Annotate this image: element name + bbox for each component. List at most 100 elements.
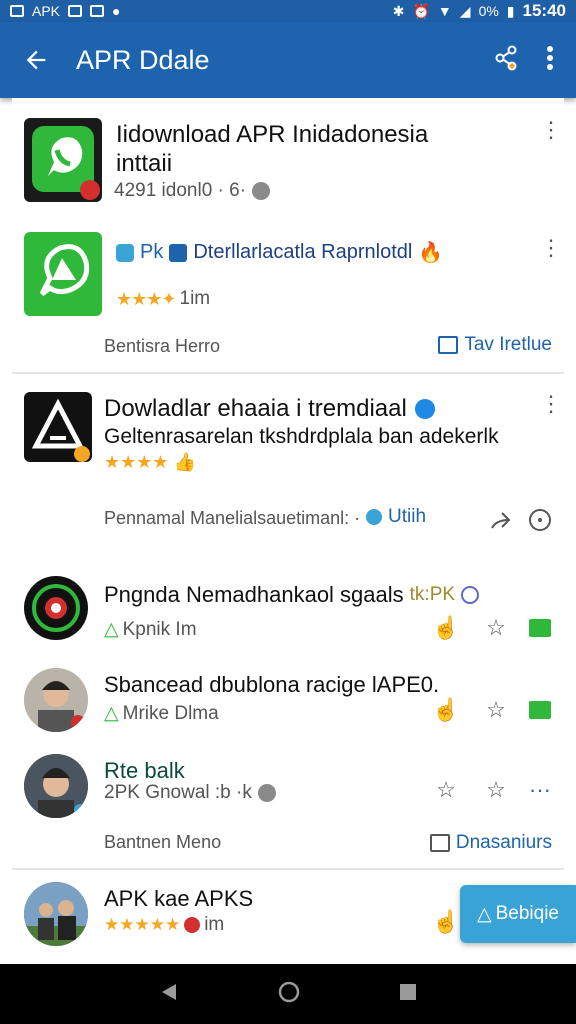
app-title[interactable]: Iidownload APR Inidadonesia inttaii — [116, 120, 516, 178]
list-item-sub: △ Mrike Dlma — [104, 702, 219, 725]
like-button[interactable]: ☝ — [432, 908, 460, 936]
list-item-title: Rte balk — [104, 758, 185, 783]
open-icon — [429, 834, 450, 852]
whatsapp-app-icon — [24, 118, 102, 202]
system-nav-bar — [0, 964, 576, 1024]
list-item[interactable]: Rte balk 2PK Gnowal :b ·k ☆ ☆ ··· — [12, 752, 564, 832]
app-card[interactable]: Dowladlar ehaaia i tremdiaal Geltenrasar… — [12, 374, 564, 554]
info-button[interactable] — [526, 506, 554, 534]
card-footer-link[interactable]: Utiih — [366, 506, 426, 528]
app-title[interactable]: Dowladlar ehaaia i tremdiaal — [104, 394, 435, 423]
list-item[interactable]: Sbancead dbublona racige lAPE0. △ Mrike … — [12, 666, 564, 738]
warning-icon: △ — [104, 703, 119, 724]
globe-icon — [461, 585, 480, 604]
favorite-button[interactable]: ☆ — [482, 776, 510, 804]
globe-icon — [257, 784, 276, 802]
card-footer-link-text: Tav Iretlue — [464, 334, 552, 355]
list-item-sub: 2PK Gnowal :b ·k — [104, 782, 276, 804]
wifi-icon: ▼ — [437, 3, 452, 19]
promo-rating: ★★★✦ 1im — [116, 288, 210, 310]
install-button[interactable] — [526, 696, 554, 724]
card-menu-button[interactable]: ⋮ — [540, 393, 562, 415]
promo-badge: Pk — [140, 241, 164, 263]
share-button[interactable] — [486, 506, 514, 534]
info-icon — [529, 509, 551, 531]
share-button[interactable] — [492, 44, 520, 77]
list-item[interactable]: Pngnda Nemadhankaol sgaals tk:PK △ Kpnik… — [12, 574, 564, 656]
like-button[interactable]: ☆ — [432, 776, 460, 804]
status-app-label: APK — [32, 3, 61, 19]
list-footer: Bantnen Meno Dnasaniurs — [12, 826, 564, 870]
warning-icon: △ — [104, 619, 119, 640]
list-item-title-text: Pngnda Nemadhankaol sgaals — [104, 582, 404, 607]
star-rating-icon: ★★★✦ — [116, 288, 176, 309]
avatar — [24, 576, 88, 640]
nav-home-button[interactable] — [277, 980, 301, 1009]
promo-rating-text: 1im — [179, 288, 211, 309]
list-item-rating-text: im — [204, 914, 225, 935]
app-title-text: Dowladlar ehaaia i tremdiaal — [104, 395, 407, 422]
page-title: APR Ddale — [76, 44, 210, 75]
divider — [12, 868, 564, 870]
avatar — [24, 668, 88, 732]
like-button[interactable]: ☝ — [432, 614, 460, 642]
floating-action-button[interactable]: △ Bebiqie — [460, 885, 576, 943]
list-item-sub-text: Kpnik Im — [122, 618, 197, 640]
list-item-title: Sbancead dbublona racige lAPE0. — [104, 672, 440, 697]
app-title-line1: Iidownload APR Inidadonesia — [116, 121, 429, 148]
share-arrow-icon — [491, 512, 511, 529]
list-item-title: Pngnda Nemadhankaol sgaals tk:PK — [104, 580, 480, 609]
more-button[interactable]: ··· — [526, 776, 554, 804]
avatar — [24, 882, 88, 946]
download-icon — [529, 619, 551, 637]
signal-icon: ◢ — [459, 2, 471, 19]
app-subtitle: Geltenrasarelan tkshdrdplala ban adekerl… — [104, 425, 499, 448]
download-icon — [529, 701, 551, 719]
list-footer-link-text: Dnasaniurs — [455, 832, 552, 853]
status-bar: APK ● ✱ ⏰ ▼ ◢ 0% ▮ 15:40 — [0, 0, 576, 22]
bookmark-badge-icon — [169, 243, 188, 262]
promo-title: Dterllarlacatla Raprnlotdl — [193, 241, 413, 263]
nav-back-button[interactable] — [158, 981, 180, 1008]
app-meta: 4291 idonl0 · 6· — [114, 180, 271, 202]
card-footer-link[interactable]: Tav Iretlue — [438, 334, 552, 356]
apk-app-icon — [24, 392, 92, 462]
list-item-sub-text: Mrike Dlma — [122, 702, 219, 724]
fab-label: Bebiqie — [495, 903, 559, 924]
promo-menu-button[interactable]: ⋮ — [540, 237, 562, 259]
app-bar: APR Ddale — [0, 22, 576, 98]
list-footer-label: Bantnen Meno — [104, 832, 222, 852]
promo-header[interactable]: Pk Dterllarlacatla Raprnlotdl 🔥 — [116, 240, 443, 265]
list-item-title: APK kae APKS — [104, 886, 254, 911]
share-icon — [495, 45, 517, 70]
card-footer-label: Bentisra Herro — [104, 336, 221, 356]
battery-icon: ▮ — [506, 2, 515, 19]
link-icon — [366, 509, 382, 525]
list-footer-link[interactable]: Dnasaniurs — [429, 832, 552, 854]
bluetooth-icon: ✱ — [392, 2, 405, 19]
flame-icon: 🔥 — [418, 242, 444, 264]
app-meta-text: 4291 idonl0 · 6· — [114, 180, 247, 201]
card-menu-button[interactable]: ⋮ — [540, 119, 562, 141]
rating-badge-icon — [184, 917, 201, 933]
verified-icon — [414, 398, 435, 419]
nav-recents-button[interactable] — [398, 982, 418, 1007]
app-card[interactable]: Iidownload APR Inidadonesia inttaii 4291… — [12, 98, 564, 374]
favorite-button[interactable]: ☆ — [482, 614, 510, 642]
arrow-back-icon — [26, 50, 46, 70]
ad-badge-icon — [116, 243, 134, 262]
like-button[interactable]: ☝ — [432, 696, 460, 724]
whatsapp-app-icon — [24, 232, 102, 316]
battery-percent: 0% — [478, 3, 499, 19]
avatar — [24, 754, 88, 818]
install-button[interactable] — [526, 614, 554, 642]
feed[interactable]: Iidownload APR Inidadonesia inttaii 4291… — [12, 98, 564, 964]
list-item-rating: ★★★★★ im — [104, 914, 224, 936]
warning-icon: △ — [476, 903, 492, 925]
back-button[interactable] — [0, 22, 72, 98]
overflow-menu-button[interactable] — [546, 45, 554, 76]
notification-image-icon — [90, 5, 105, 17]
favorite-button[interactable]: ☆ — [482, 696, 510, 724]
card-footer-label: Pennamal Manelialsauetimanl: · — [104, 508, 361, 528]
edit-icon — [438, 336, 459, 354]
